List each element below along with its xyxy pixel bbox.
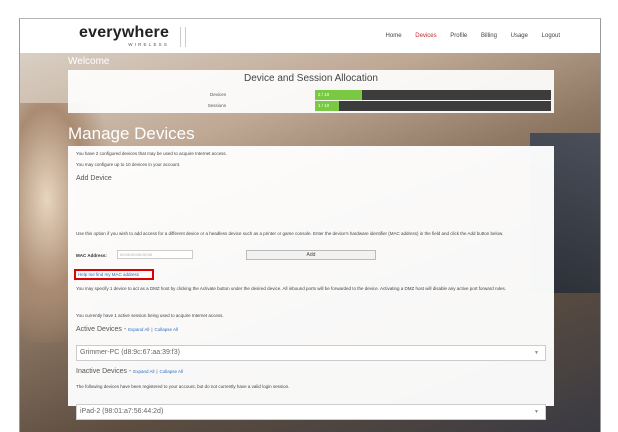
- intro-configured-devices: You have 2 configured devices that may b…: [76, 151, 227, 156]
- nav-devices[interactable]: Devices: [415, 33, 436, 39]
- inactive-devices-description: The following devices have been register…: [76, 384, 290, 389]
- browser-frame: everywhere WIRELESS Home Devices Profile…: [19, 18, 601, 432]
- welcome-label: Welcome: [68, 56, 110, 67]
- allocation-bar: 2 / 10: [315, 90, 551, 100]
- mac-address-input[interactable]: 00:00:00:00:00:00: [117, 250, 193, 259]
- allocation-bar: 1 / 10: [315, 101, 551, 111]
- expand-caret-icon: ▼: [534, 409, 539, 415]
- add-device-button[interactable]: Add: [246, 250, 376, 260]
- allocation-title: Device and Session Allocation: [244, 73, 378, 84]
- logo-divider: [180, 27, 186, 47]
- add-device-heading: Add Device: [76, 175, 112, 182]
- page-title: Manage Devices: [68, 124, 195, 143]
- add-device-description: Use this option if you wish to add acces…: [76, 231, 504, 236]
- nav-billing[interactable]: Billing: [481, 33, 497, 39]
- inactive-devices-title: Inactive Devices -: [76, 368, 132, 375]
- allocation-row-devices: Devices 2 / 10: [68, 90, 554, 100]
- main-nav: Home Devices Profile Billing Usage Logou…: [374, 33, 560, 39]
- dmz-description: You may specify 1 device to act as a DMZ…: [76, 286, 507, 291]
- inactive-devices-heading: Inactive Devices - Expand All | Collapse…: [76, 368, 183, 375]
- collapse-all-link[interactable]: Collapse All: [154, 327, 178, 332]
- allocation-value: 2 / 10: [318, 92, 330, 97]
- logo[interactable]: everywhere WIRELESS: [79, 24, 170, 48]
- expand-all-link[interactable]: Expand All: [128, 327, 149, 332]
- nav-home[interactable]: Home: [386, 33, 402, 39]
- logo-text: everywhere: [79, 24, 170, 41]
- intro-device-limit: You may configure up to 10 devices in yo…: [76, 162, 181, 167]
- allocation-label: Sessions: [207, 103, 226, 108]
- collapse-all-link[interactable]: Collapse All: [160, 369, 184, 374]
- nav-logout[interactable]: Logout: [542, 33, 560, 39]
- device-name: iPad-2 (98:01:a7:56:44:2d): [80, 408, 164, 415]
- allocation-value: 1 / 10: [318, 103, 330, 108]
- allocation-label: Devices: [209, 92, 226, 97]
- nav-profile[interactable]: Profile: [450, 33, 467, 39]
- allocation-panel: Device and Session Allocation Devices 2 …: [68, 70, 554, 113]
- nav-usage[interactable]: Usage: [511, 33, 528, 39]
- expand-all-link[interactable]: Expand All: [133, 369, 154, 374]
- active-devices-title: Active Devices -: [76, 326, 127, 333]
- manage-devices-panel: You have 2 configured devices that may b…: [68, 146, 554, 420]
- mac-address-label: MAC Address:: [76, 253, 107, 258]
- expand-caret-icon: ▼: [534, 350, 539, 356]
- link-separator: |: [156, 369, 158, 374]
- inactive-device-row[interactable]: iPad-2 (98:01:a7:56:44:2d) ▼: [76, 404, 546, 420]
- top-bar: everywhere WIRELESS Home Devices Profile…: [20, 19, 600, 53]
- allocation-row-sessions: Sessions 1 / 10: [68, 101, 554, 111]
- mac-help-link[interactable]: Help me find my MAC address: [78, 272, 139, 277]
- active-devices-heading: Active Devices - Expand All | Collapse A…: [76, 326, 178, 333]
- active-session-text: You currently have 1 active session bein…: [76, 313, 224, 318]
- device-name: Grimmer-PC (d8:9c:67:aa:39:f3): [80, 349, 180, 356]
- logo-subtext: WIRELESS: [128, 42, 170, 47]
- active-device-row[interactable]: Grimmer-PC (d8:9c:67:aa:39:f3) ▼: [76, 345, 546, 361]
- link-separator: |: [151, 327, 153, 332]
